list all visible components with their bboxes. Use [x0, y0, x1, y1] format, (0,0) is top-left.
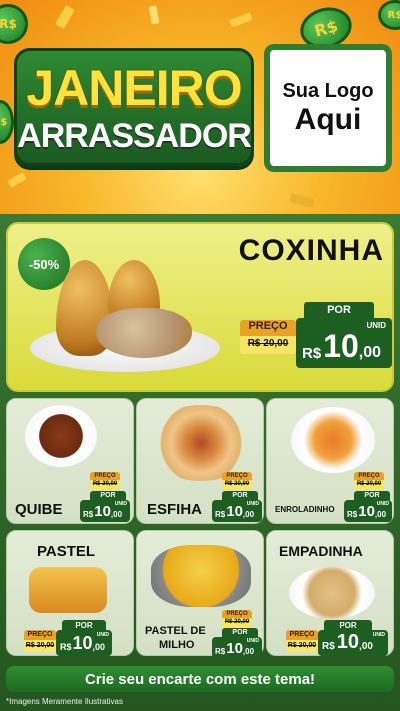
unit-label: UNID — [366, 321, 386, 330]
por-label: POR — [90, 491, 126, 500]
new-price: R$ 10 ,00 UNID — [212, 500, 262, 522]
por-label: POR — [354, 491, 390, 500]
empadinha-image — [289, 567, 375, 619]
price-dec: ,00 — [242, 510, 255, 519]
price-int: 10 — [226, 640, 243, 657]
new-price: R$ 10 ,00 UNID — [344, 500, 392, 522]
price-dec: ,00 — [359, 641, 373, 652]
price-int: 10 — [72, 633, 93, 653]
unit-label: UNID — [114, 501, 127, 507]
old-price: R$ 20,00 — [25, 642, 55, 649]
confetti — [289, 193, 315, 208]
preco-label: PREÇO — [222, 610, 252, 618]
price-dec: ,00 — [358, 344, 382, 361]
logo-text-2: Aqui — [294, 102, 362, 136]
price-dec: ,00 — [92, 642, 106, 652]
old-price-tag: PREÇO R$ 20,00 — [354, 472, 384, 490]
confetti — [7, 172, 27, 188]
por-label: POR — [62, 620, 106, 630]
old-price: R$ 20,00 — [287, 642, 317, 649]
old-price-tag: PREÇO R$ 20,00 — [222, 472, 252, 490]
old-price: R$ 20,00 — [92, 481, 118, 487]
header: R$ R$ R$ R$ JANEIRO ARRASSADOR Sua Logo … — [0, 0, 400, 214]
flyer: R$ R$ R$ R$ JANEIRO ARRASSADOR Sua Logo … — [0, 0, 400, 711]
unit-label: UNID — [96, 632, 109, 638]
price-int: 10 — [226, 503, 243, 520]
featured-product-name: COXINHA — [238, 234, 384, 267]
currency: R$ — [60, 642, 72, 652]
coin-icon: R$ — [0, 4, 28, 44]
logo-text-1: Sua Logo — [282, 79, 374, 102]
por-label: POR — [304, 302, 374, 318]
product-name-line-2: MILHO — [159, 639, 195, 651]
preco-label: PREÇO — [240, 320, 296, 336]
por-label: POR — [222, 628, 258, 637]
old-price-tag: PREÇO R$ 20,00 — [286, 630, 318, 652]
esfiha-image — [147, 405, 255, 481]
por-label: POR — [324, 620, 372, 630]
title-line-1: JANEIRO — [26, 60, 242, 116]
confetti — [229, 12, 253, 28]
price-int: 10 — [94, 503, 111, 520]
price-dec: ,00 — [110, 510, 123, 519]
new-price: R$ 10 ,00 UNID — [212, 637, 262, 659]
pastel-de-milho-image — [151, 545, 251, 607]
old-price-tag: PREÇO R$ 20,00 — [90, 472, 120, 490]
disclaimer-footnote: *Imagens Meramente Ilustrativas — [6, 697, 123, 706]
old-price: R$ 20,00 — [224, 481, 250, 487]
price-int: 10 — [336, 631, 360, 653]
old-price: R$ 20,00 — [247, 338, 289, 349]
old-price-tag: PREÇO R$ 20,00 — [222, 610, 252, 628]
confetti — [55, 4, 75, 30]
coxinha-image — [96, 308, 192, 358]
featured-product-card[interactable]: -50% COXINHA POR PREÇO R$ 20,00 R$ 10 ,0… — [6, 222, 394, 392]
new-price: R$ 10 ,00 UNID — [80, 500, 130, 522]
preco-label: PREÇO — [90, 472, 120, 480]
currency: R$ — [322, 641, 335, 652]
currency: R$ — [347, 510, 358, 519]
pastel-image — [29, 567, 107, 613]
coin-icon: R$ — [378, 0, 400, 30]
unit-label: UNID — [372, 632, 385, 638]
confetti — [148, 5, 160, 25]
currency: R$ — [83, 510, 94, 519]
title-line-2: ARRASSADOR — [17, 117, 252, 155]
price-int: 10 — [358, 503, 375, 520]
new-price: R$ 10 ,00 UNID — [56, 630, 112, 656]
old-price: R$ 20,00 — [224, 619, 250, 625]
enroladinho-image — [291, 407, 375, 473]
product-name-line-1: PASTEL DE — [145, 625, 206, 637]
product-name: EMPADINHA — [279, 543, 363, 559]
currency: R$ — [215, 647, 226, 656]
currency: R$ — [302, 345, 322, 362]
new-price: R$ 10 ,00 UNID — [296, 318, 392, 368]
preco-label: PREÇO — [222, 472, 252, 480]
product-name: QUIBE — [15, 501, 63, 518]
unit-label: UNID — [246, 638, 259, 644]
new-price: R$ 10 ,00 UNID — [318, 630, 388, 656]
old-price-tag: PREÇO R$ 20,00 — [24, 630, 56, 652]
price-dec: ,00 — [242, 647, 255, 656]
coin-icon: R$ — [0, 100, 14, 144]
unit-label: UNID — [246, 501, 259, 507]
preco-label: PREÇO — [354, 472, 384, 480]
preco-label: PREÇO — [286, 630, 318, 640]
product-name: ENROLADINHO — [275, 505, 335, 514]
old-price: R$ 20,00 — [356, 481, 382, 487]
product-name: PASTEL — [37, 543, 96, 560]
logo-placeholder[interactable]: Sua Logo Aqui — [264, 44, 392, 172]
currency: R$ — [215, 510, 226, 519]
price-int: 10 — [323, 328, 359, 364]
cta-banner[interactable]: Crie seu encarte com este tema! — [6, 666, 394, 692]
old-price-tag: PREÇO R$ 20,00 — [240, 320, 296, 354]
unit-label: UNID — [376, 501, 389, 507]
quibe-image — [25, 405, 97, 467]
preco-label: PREÇO — [24, 630, 56, 640]
title-block: JANEIRO ARRASSADOR — [14, 48, 254, 166]
product-name: ESFIHA — [147, 501, 203, 518]
por-label: POR — [222, 491, 258, 500]
price-dec: ,00 — [374, 510, 387, 519]
